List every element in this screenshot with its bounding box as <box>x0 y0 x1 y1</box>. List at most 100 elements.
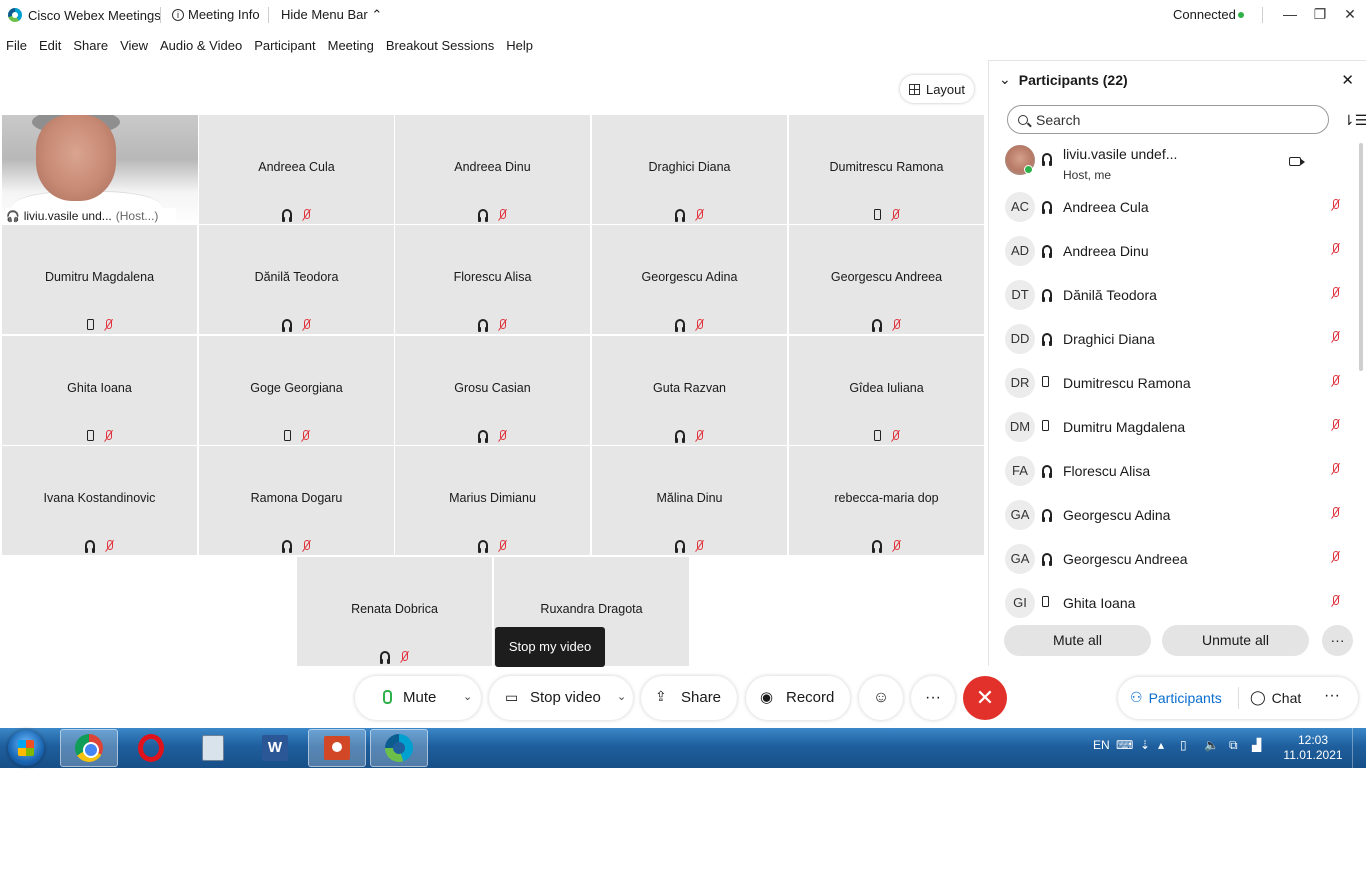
mute-options-chevron-icon[interactable]: ⌄ <box>463 690 472 703</box>
participant-tile[interactable]: Florescu Alisa <box>395 225 590 334</box>
volume-icon[interactable]: 🔈 <box>1204 738 1219 752</box>
participant-row[interactable]: DT Dănilă Teodora <box>989 273 1361 317</box>
participant-tile[interactable]: Draghici Diana <box>592 115 787 224</box>
dropbox-icon[interactable]: ⧉ <box>1229 738 1238 753</box>
language-indicator[interactable]: EN <box>1093 738 1110 752</box>
minimize-icon[interactable]: — <box>1279 4 1301 24</box>
word-taskbar-button[interactable]: W <box>246 729 304 767</box>
muted-mic-icon[interactable] <box>1331 287 1340 302</box>
muted-mic-icon[interactable] <box>1331 243 1340 258</box>
restore-icon[interactable]: ❐ <box>1309 4 1331 24</box>
reactions-button[interactable]: ☺ <box>859 676 903 720</box>
search-input[interactable]: Search <box>1007 105 1329 134</box>
participant-row[interactable]: DD Draghici Diana <box>989 317 1361 361</box>
more-options-button[interactable]: ··· <box>911 676 955 720</box>
participant-row[interactable]: FA Florescu Alisa <box>989 449 1361 493</box>
menu-edit[interactable]: Edit <box>33 36 67 56</box>
participant-tile[interactable]: Renata Dobrica <box>297 557 492 666</box>
muted-mic-icon[interactable] <box>1331 463 1340 478</box>
host-video-tile[interactable]: 🎧 liviu.vasile und... (Host...) <box>2 115 198 225</box>
sort-icon[interactable]: ⇂☰ <box>1343 112 1366 129</box>
device-icon[interactable]: ▯ <box>1180 738 1187 752</box>
participant-tile[interactable]: Andreea Cula <box>199 115 394 224</box>
muted-mic-icon[interactable] <box>1331 551 1340 566</box>
record-button[interactable]: ◉ Record <box>746 676 850 720</box>
participant-tile[interactable]: Mălina Dinu <box>592 446 787 555</box>
keyboard-icon[interactable]: ⌨ <box>1116 738 1133 752</box>
unmute-all-button[interactable]: Unmute all <box>1162 625 1309 656</box>
close-panel-icon[interactable]: ✕ <box>1341 71 1354 89</box>
meeting-info-button[interactable]: i Meeting Info <box>172 7 260 22</box>
participant-tile[interactable]: Ivana Kostandinovic <box>2 446 197 555</box>
participant-tile[interactable]: Andreea Dinu <box>395 115 590 224</box>
chrome-taskbar-button[interactable] <box>60 729 118 767</box>
tabs-more-icon[interactable]: ··· <box>1324 687 1340 705</box>
end-meeting-button[interactable]: ✕ <box>963 676 1007 720</box>
video-options-chevron-icon[interactable]: ⌄ <box>617 690 626 703</box>
webex-taskbar-button[interactable] <box>370 729 428 767</box>
muted-mic-icon[interactable] <box>1331 331 1340 346</box>
headset-icon: 🎧 <box>6 210 20 223</box>
participant-tile[interactable]: Dumitrescu Ramona <box>789 115 984 224</box>
tile-participant-name: Goge Georgiana <box>250 381 343 395</box>
participant-row[interactable]: GA Georgescu Andreea <box>989 537 1361 581</box>
participant-row-host[interactable]: liviu.vasile undef... Host, me <box>989 141 1361 185</box>
menu-participant[interactable]: Participant <box>248 36 321 56</box>
start-button[interactable] <box>8 730 44 766</box>
participants-tab[interactable]: ⚇ Participants <box>1130 689 1222 706</box>
show-hidden-icons-icon[interactable]: ▴ <box>1158 738 1164 752</box>
participant-tile[interactable]: Ramona Dogaru <box>199 446 394 555</box>
menu-share[interactable]: Share <box>67 36 114 56</box>
muted-mic-icon[interactable] <box>1331 199 1340 214</box>
opera-taskbar-button[interactable] <box>122 729 180 767</box>
layout-button[interactable]: Layout <box>900 75 974 103</box>
muted-mic-icon[interactable] <box>1331 595 1340 610</box>
share-button[interactable]: ⇪ Share <box>641 676 737 720</box>
participant-tile[interactable]: Guta Razvan <box>592 336 787 445</box>
calculator-taskbar-button[interactable] <box>184 729 242 767</box>
muted-mic-icon[interactable] <box>1331 507 1340 522</box>
participant-tile[interactable]: Dănilă Teodora <box>199 225 394 334</box>
participant-tile[interactable]: Georgescu Adina <box>592 225 787 334</box>
search-placeholder: Search <box>1036 111 1081 128</box>
participant-row[interactable]: AC Andreea Cula <box>989 185 1361 229</box>
network-signal-icon[interactable]: ▟ <box>1252 738 1261 752</box>
menu-help[interactable]: Help <box>500 36 539 56</box>
panel-more-button[interactable]: ··· <box>1322 625 1353 656</box>
participant-row[interactable]: DR Dumitrescu Ramona <box>989 361 1361 405</box>
participant-tile[interactable]: Dumitru Magdalena <box>2 225 197 334</box>
close-window-icon[interactable]: ✕ <box>1339 4 1361 24</box>
muted-mic-icon[interactable] <box>1331 375 1340 390</box>
participant-row[interactable]: GI Ghita Ioana <box>989 581 1361 619</box>
participant-tile[interactable]: Marius Dimianu <box>395 446 590 555</box>
participants-scrollbar[interactable] <box>1359 143 1363 371</box>
menu-file[interactable]: File <box>0 36 33 56</box>
participant-name: Ghita Ioana <box>1063 595 1136 611</box>
participant-tile[interactable]: Ghita Ioana <box>2 336 197 445</box>
menu-meeting[interactable]: Meeting <box>322 36 380 56</box>
muted-mic-icon[interactable] <box>1331 419 1340 434</box>
menu-breakout-sessions[interactable]: Breakout Sessions <box>380 36 500 56</box>
participant-row[interactable]: GA Georgescu Adina <box>989 493 1361 537</box>
participant-tile[interactable]: Gîdea Iuliana <box>789 336 984 445</box>
mute-all-button[interactable]: Mute all <box>1004 625 1151 656</box>
participant-tile[interactable]: Georgescu Andreea <box>789 225 984 334</box>
participant-tile[interactable]: Grosu Casian <box>395 336 590 445</box>
mute-button[interactable]: Mute <box>403 689 436 706</box>
hide-menu-bar-button[interactable]: Hide Menu Bar ⌃ <box>281 7 382 23</box>
participant-tile[interactable]: Goge Georgiana <box>199 336 394 445</box>
participants-header[interactable]: ⌄ Participants (22) <box>999 71 1128 88</box>
muted-mic-icon <box>695 209 704 221</box>
participant-row[interactable]: DM Dumitru Magdalena <box>989 405 1361 449</box>
chat-tab[interactable]: ◯ Chat <box>1250 689 1301 706</box>
show-desktop-button[interactable] <box>1352 728 1366 768</box>
powerpoint-taskbar-button[interactable] <box>308 729 366 767</box>
pen-input-icon[interactable]: ⇣ <box>1140 738 1150 752</box>
participant-tile[interactable]: rebecca-maria dop <box>789 446 984 555</box>
participant-row[interactable]: AD Andreea Dinu <box>989 229 1361 273</box>
stop-video-button[interactable]: Stop video <box>530 689 601 706</box>
phone-icon <box>283 430 291 441</box>
taskbar-clock[interactable]: 12:03 11.01.2021 <box>1282 733 1344 763</box>
menu-audio-video[interactable]: Audio & Video <box>154 36 248 56</box>
menu-view[interactable]: View <box>114 36 154 56</box>
